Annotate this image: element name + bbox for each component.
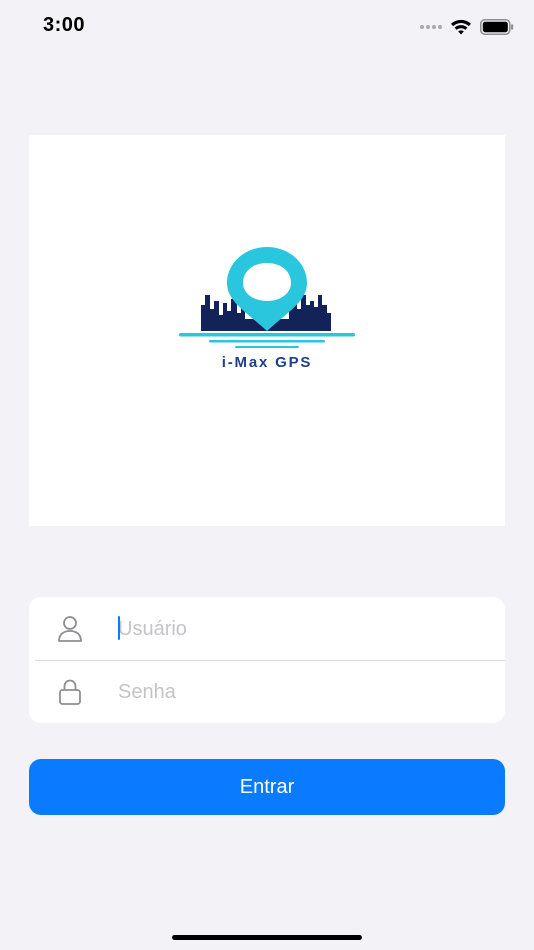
home-indicator [172, 935, 362, 940]
logo-card: i-Max GPS [29, 135, 505, 526]
brand-name: i-Max GPS [221, 354, 313, 371]
person-icon [58, 616, 82, 642]
login-button[interactable]: Entrar [29, 759, 505, 815]
map-pin-city-skyline-logo [179, 247, 355, 348]
text-caret [118, 616, 120, 640]
login-form [29, 597, 505, 723]
status-time: 3:00 [43, 14, 86, 36]
cellular-signal-icon [420, 25, 442, 29]
username-input[interactable] [118, 613, 478, 645]
wifi-icon [451, 19, 471, 34]
status-bar: 3:00 [0, 0, 534, 54]
password-row [29, 660, 505, 723]
status-icons [420, 16, 514, 38]
battery-icon [480, 19, 514, 35]
lock-icon [59, 679, 81, 705]
password-input[interactable] [118, 676, 478, 708]
username-row [29, 597, 505, 660]
